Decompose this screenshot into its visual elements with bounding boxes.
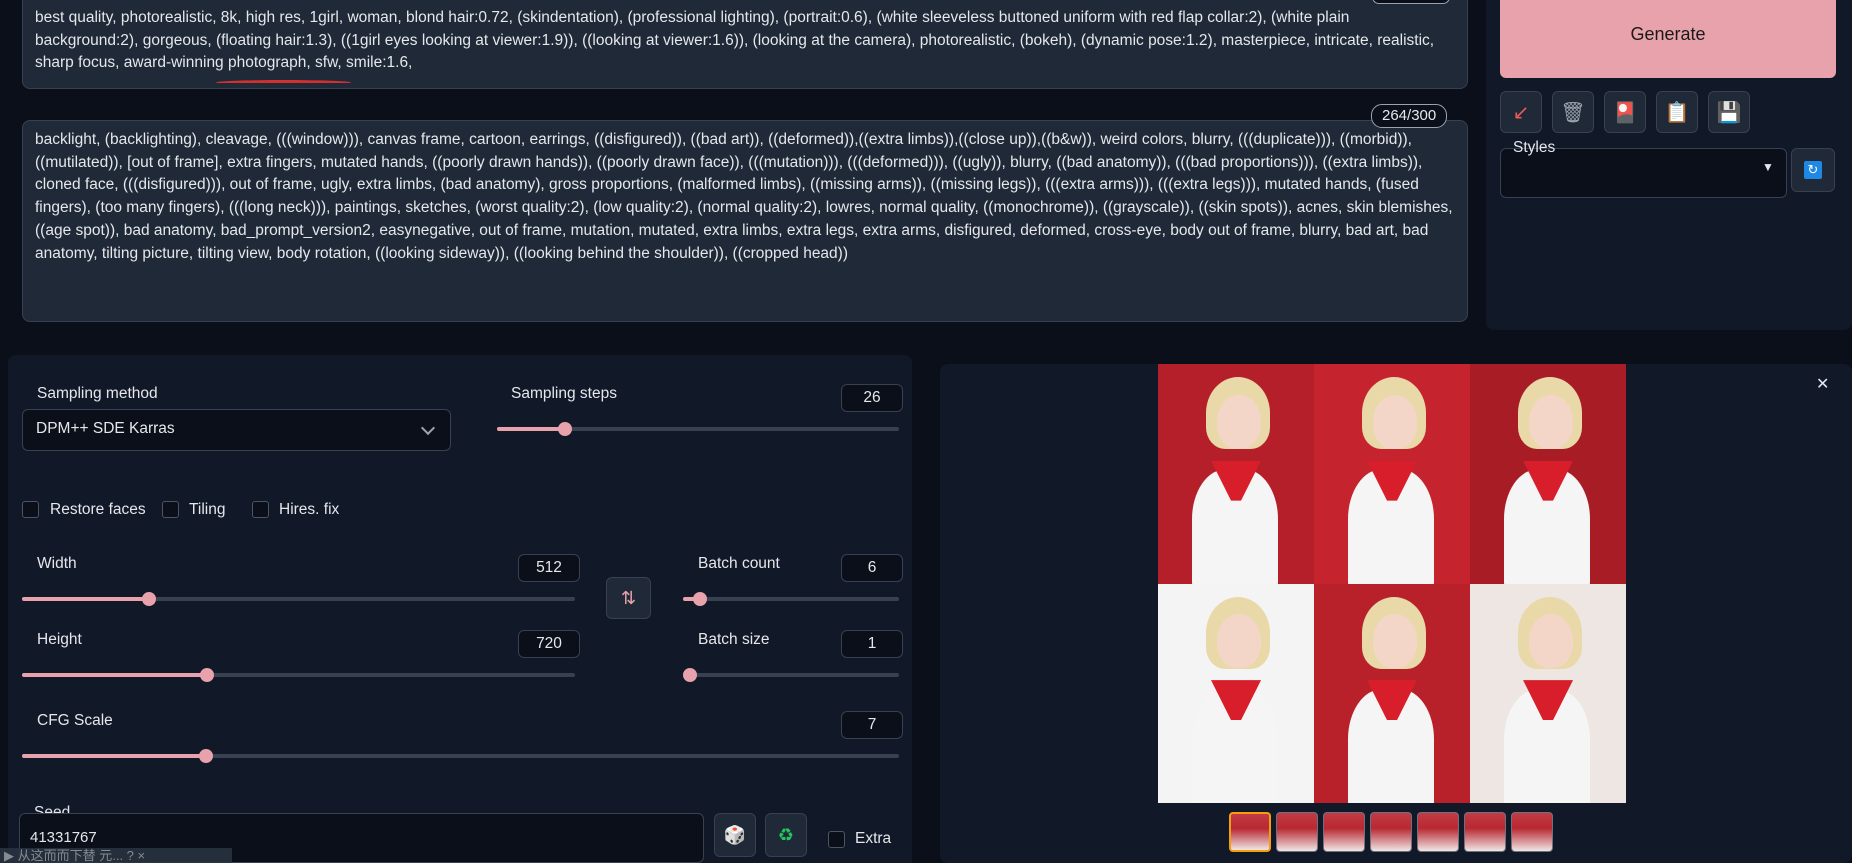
- refresh-styles-button[interactable]: ↻: [1791, 148, 1835, 192]
- batch-size-slider[interactable]: [683, 668, 899, 682]
- style-icon: 🎴: [1612, 101, 1638, 124]
- extra-networks-button[interactable]: 🎴: [1604, 91, 1646, 133]
- sampling-method-label: Sampling method: [37, 385, 158, 402]
- sampling-method-select[interactable]: DPM++ SDE Karras: [22, 409, 451, 451]
- sampling-method-value: DPM++ SDE Karras: [36, 420, 175, 437]
- gallery-image-4[interactable]: [1158, 583, 1314, 803]
- trash-icon: 🗑: [1560, 101, 1586, 124]
- gallery-thumbnails: [1229, 812, 1553, 852]
- random-seed-button[interactable]: 🎲: [714, 813, 756, 857]
- height-label: Height: [37, 631, 82, 648]
- refresh-icon: ↻: [1804, 161, 1822, 179]
- swap-dimensions-button[interactable]: ⇅: [606, 577, 651, 619]
- styles-label: Styles: [1513, 139, 1556, 156]
- clipboard-icon: 📋: [1664, 101, 1690, 124]
- swap-icon: ⇅: [620, 587, 637, 608]
- seed-value: 41331767: [30, 829, 97, 846]
- floating-tooltip: ▶ 从这而而下替 元... ? ×: [0, 848, 232, 863]
- sampling-steps-slider[interactable]: [497, 422, 899, 436]
- gallery-thumbnail[interactable]: [1370, 812, 1412, 852]
- batch-count-slider[interactable]: [683, 592, 899, 606]
- restore-faces-checkbox[interactable]: [22, 501, 39, 518]
- batch-count-input[interactable]: 6: [841, 554, 903, 582]
- apply-style-button[interactable]: 📋: [1656, 91, 1698, 133]
- reuse-seed-button[interactable]: ♻: [765, 813, 807, 857]
- hires-fix-checkbox[interactable]: [252, 501, 269, 518]
- gallery-thumbnail[interactable]: [1464, 812, 1506, 852]
- close-icon[interactable]: ✕: [1816, 374, 1829, 394]
- cfg-scale-label: CFG Scale: [37, 712, 113, 729]
- extra-seed-label: Extra: [855, 830, 892, 847]
- read-params-button[interactable]: ↙: [1500, 91, 1542, 133]
- gallery-thumbnail[interactable]: [1511, 812, 1553, 852]
- batch-count-label: Batch count: [698, 555, 780, 572]
- gallery-image-6[interactable]: [1470, 583, 1626, 803]
- gallery-image-5[interactable]: [1314, 583, 1470, 803]
- hires-fix-label: Hires. fix: [279, 501, 340, 518]
- cfg-scale-slider[interactable]: [22, 749, 899, 763]
- batch-size-label: Batch size: [698, 631, 770, 648]
- height-input[interactable]: 720: [518, 630, 580, 658]
- negative-prompt-textarea[interactable]: backlight, (backlighting), cleavage, (((…: [22, 120, 1468, 322]
- negative-token-counter: 264/300: [1371, 104, 1448, 128]
- recycle-icon: ♻: [777, 824, 795, 845]
- negative-prompt-text: backlight, (backlighting), cleavage, (((…: [35, 131, 1453, 262]
- width-label: Width: [37, 555, 77, 572]
- height-slider[interactable]: [22, 668, 575, 682]
- gallery-image-1[interactable]: [1158, 364, 1314, 584]
- width-slider[interactable]: [22, 592, 575, 606]
- dice-icon: 🎲: [723, 824, 747, 845]
- batch-size-input[interactable]: 1: [841, 630, 903, 658]
- clear-prompt-button[interactable]: 🗑: [1552, 91, 1594, 133]
- prompt-token-counter: [1372, 0, 1450, 4]
- sampling-steps-label: Sampling steps: [511, 385, 617, 402]
- extra-seed-checkbox[interactable]: [828, 831, 845, 848]
- image-grid[interactable]: [1158, 364, 1626, 803]
- save-icon: 💾: [1716, 101, 1742, 124]
- gallery-thumbnail[interactable]: [1417, 812, 1459, 852]
- gallery-image-2[interactable]: [1314, 364, 1470, 584]
- tiling-checkbox[interactable]: [162, 501, 179, 518]
- restore-faces-label: Restore faces: [50, 501, 146, 518]
- arrow-icon: ↙: [1512, 101, 1530, 124]
- gallery-thumbnail[interactable]: [1229, 812, 1271, 852]
- tiling-label: Tiling: [189, 501, 226, 518]
- chevron-down-icon: ▼: [1762, 160, 1774, 174]
- save-style-button[interactable]: 💾: [1708, 91, 1750, 133]
- generate-button[interactable]: Generate: [1500, 0, 1836, 78]
- width-input[interactable]: 512: [518, 554, 580, 582]
- gallery-thumbnail[interactable]: [1323, 812, 1365, 852]
- sampling-steps-input[interactable]: 26: [841, 384, 903, 412]
- spellcheck-underline: [216, 80, 351, 85]
- gallery-image-3[interactable]: [1470, 364, 1626, 584]
- prompt-text: best quality, photorealistic, 8k, high r…: [35, 9, 1435, 72]
- prompt-textarea[interactable]: best quality, photorealistic, 8k, high r…: [22, 0, 1468, 89]
- gallery-thumbnail[interactable]: [1276, 812, 1318, 852]
- cfg-scale-input[interactable]: 7: [841, 711, 903, 739]
